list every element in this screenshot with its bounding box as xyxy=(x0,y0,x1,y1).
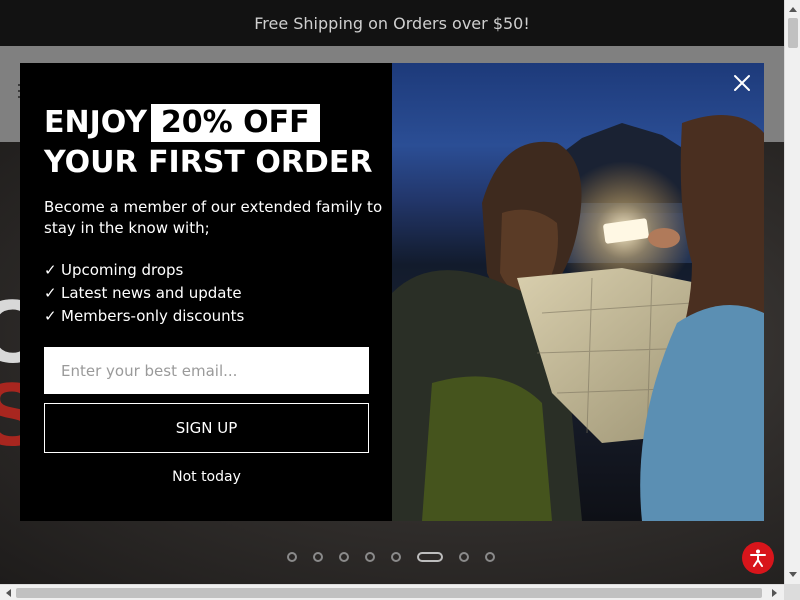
perk-label: Upcoming drops xyxy=(61,261,184,279)
scroll-up-icon[interactable] xyxy=(785,2,800,16)
signup-button[interactable]: SIGN UP xyxy=(44,403,369,453)
scroll-thumb-horizontal[interactable] xyxy=(16,588,762,598)
check-icon: ✓ xyxy=(44,284,57,302)
headline-prefix: ENJOY xyxy=(44,105,147,140)
slider-dot[interactable] xyxy=(459,552,469,562)
popup-headline: ENJOY 20% OFF xyxy=(44,103,392,143)
slider-dot[interactable] xyxy=(365,552,375,562)
check-icon: ✓ xyxy=(44,261,57,279)
scroll-thumb[interactable] xyxy=(788,18,798,48)
slider-dot[interactable] xyxy=(391,552,401,562)
announcement-text: Free Shipping on Orders over $50! xyxy=(254,13,530,33)
accessibility-button[interactable] xyxy=(742,542,774,574)
horizontal-scrollbar[interactable] xyxy=(0,584,784,600)
vertical-scrollbar[interactable] xyxy=(784,0,800,584)
popup-image xyxy=(392,63,764,521)
discount-badge: 20% OFF xyxy=(150,104,320,142)
camping-map-lantern-photo xyxy=(392,115,764,521)
close-icon xyxy=(734,75,750,91)
newsletter-popup: ENJOY 20% OFF YOUR FIRST ORDER Become a m… xyxy=(20,63,764,521)
popup-headline-line2: YOUR FIRST ORDER xyxy=(44,145,373,180)
scroll-left-icon[interactable] xyxy=(1,585,15,600)
email-input[interactable] xyxy=(44,347,369,394)
popup-content: ENJOY 20% OFF YOUR FIRST ORDER Become a m… xyxy=(20,63,392,521)
slider-dot[interactable] xyxy=(313,552,323,562)
perk-item: ✓ Latest news and update xyxy=(44,282,392,305)
scrollbar-corner xyxy=(784,584,800,600)
close-button[interactable] xyxy=(730,71,754,95)
perk-label: Latest news and update xyxy=(61,284,242,302)
slider-dot-active[interactable] xyxy=(417,552,443,562)
decline-link[interactable]: Not today xyxy=(44,469,369,485)
popup-intro-text: Become a member of our extended family t… xyxy=(44,198,383,237)
check-icon: ✓ xyxy=(44,307,57,325)
slider-dots xyxy=(287,552,495,562)
scroll-down-icon[interactable] xyxy=(785,568,800,582)
scroll-right-icon[interactable] xyxy=(768,585,782,600)
slider-dot[interactable] xyxy=(287,552,297,562)
perks-list: ✓ Upcoming drops ✓ Latest news and updat… xyxy=(44,259,392,328)
perk-label: Members-only discounts xyxy=(61,307,245,325)
perk-item: ✓ Members-only discounts xyxy=(44,305,392,328)
perk-item: ✓ Upcoming drops xyxy=(44,259,392,282)
slider-dot[interactable] xyxy=(339,552,349,562)
announcement-bar: Free Shipping on Orders over $50! xyxy=(0,0,784,46)
accessibility-icon xyxy=(750,549,766,567)
slider-dot[interactable] xyxy=(485,552,495,562)
